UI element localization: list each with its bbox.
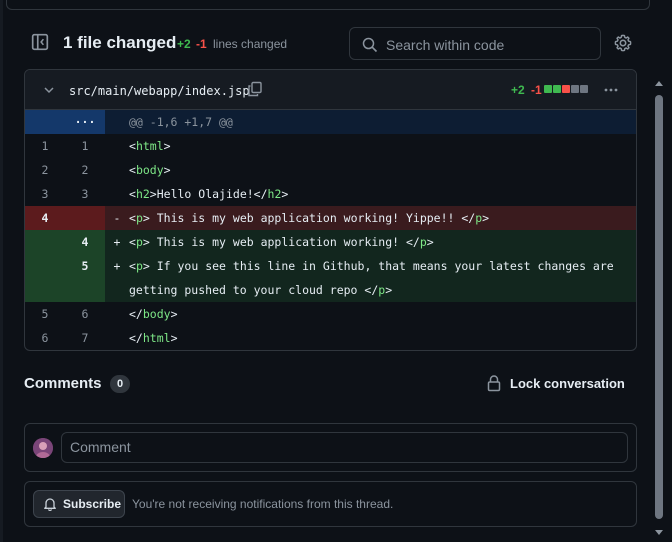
copy-icon[interactable] [247,81,263,97]
diff-sign: - [105,206,129,230]
diff-line: 5 + <p> If you see this line in Github, th… [25,254,636,302]
files-changed-title: 1 file changed [63,33,177,52]
comments-header: Comments 0 Lock conversation [24,372,637,396]
code-line: <p> If you see this line in Github, that… [129,254,636,302]
new-line-number[interactable]: 6 [65,302,105,326]
diff-line: 2 2 <body> [25,158,636,182]
file-path-link[interactable]: src/main/webapp/index.jsp [69,84,250,98]
diff-sign [105,302,129,326]
lines-changed-label: lines changed [213,37,288,51]
diff-line: 6 7 </html> [25,326,636,350]
code-line: <p> This is my web application working! … [129,230,636,254]
code-line: <h2>Hello Olajide!</h2> [129,187,289,201]
expand-hunk-button[interactable]: ··· [65,110,105,134]
scrollbar[interactable] [653,60,665,542]
old-line-number[interactable]: 3 [25,182,65,206]
scroll-up-arrow-icon[interactable] [655,80,663,88]
files-toolbar: 1 file changed +2 -1 lines changed Searc… [0,24,650,64]
diff-line: 1 1 <html> [25,134,636,158]
sidebar-toggle-icon[interactable] [31,33,49,51]
notifications-panel: Subscribe You're not receiving notificat… [24,481,637,527]
lines-deleted-count: -1 [196,37,207,51]
diffstat-square [544,85,552,93]
diff-sign: + [105,230,129,254]
lock-icon[interactable] [486,374,502,392]
new-line-number[interactable]: 2 [65,158,105,182]
diff-line: 3 3 <h2>Hello Olajide!</h2> [25,182,636,206]
old-line-number[interactable]: 6 [25,326,65,350]
comment-input[interactable]: Comment [61,432,628,463]
diff-sign [105,134,129,158]
old-line-number[interactable]: 2 [25,158,65,182]
diff-line: 4 - <p> This is my web application working… [25,206,636,230]
diffstat-bar [544,85,590,93]
file-additions: +2 [511,83,525,97]
notification-status-text: You're not receiving notifications from … [132,497,394,511]
diff-sign: + [105,254,129,302]
new-line-number[interactable] [65,206,105,230]
bell-icon [44,498,56,511]
new-line-number[interactable]: 4 [65,230,105,254]
scroll-down-arrow-icon[interactable] [655,528,663,536]
diff-rows: ··· @@ -1,6 +1,7 @@ 1 1 <html> 2 2 <body> 3 3 <h… [25,110,636,350]
new-line-number[interactable]: 3 [65,182,105,206]
comment-composer: Comment [24,423,637,472]
file-header: src/main/webapp/index.jsp +2 -1 [25,70,636,110]
old-line-number[interactable] [25,230,65,254]
code-line: </html> [129,331,178,345]
old-line-number[interactable]: 4 [25,206,65,230]
gear-icon[interactable] [614,34,632,52]
diffstat-square [580,85,588,93]
new-line-number[interactable]: 5 [65,254,105,302]
diff-sign [105,182,129,206]
subscribe-label: Subscribe [63,497,122,511]
subscribe-button[interactable]: Subscribe [33,490,125,518]
search-placeholder: Search within code [386,37,505,53]
code-line: </body> [129,307,178,321]
code-line: <body> [129,163,171,177]
hunk-header-row: ··· @@ -1,6 +1,7 @@ [25,110,636,134]
hunk-gutter [25,110,65,134]
diffstat-square [553,85,561,93]
hunk-header: @@ -1,6 +1,7 @@ [129,110,636,134]
comments-title: Comments [24,375,102,392]
old-line-number[interactable]: 1 [25,134,65,158]
new-line-number[interactable]: 1 [65,134,105,158]
file-diff: src/main/webapp/index.jsp +2 -1 ··· @@ -… [24,69,637,351]
search-icon [362,37,378,53]
old-line-number[interactable]: 5 [25,302,65,326]
diff-line: 5 6 </body> [25,302,636,326]
diff-sign [105,326,129,350]
lock-conversation-button[interactable]: Lock conversation [510,376,625,391]
kebab-menu-icon[interactable] [603,82,619,98]
lines-added-count: +2 [177,37,191,51]
avatar [33,438,53,458]
diffstat-square [562,85,570,93]
code-line: <html> [129,139,171,153]
code-line: <p> This is my web application working! … [129,206,636,230]
previous-panel-border [6,0,650,10]
search-within-code-input[interactable]: Search within code [349,27,601,60]
scrollbar-thumb[interactable] [655,95,663,519]
diff-line: 4 + <p> This is my web application working… [25,230,636,254]
new-line-number[interactable]: 7 [65,326,105,350]
window-edge [0,0,3,542]
comments-count-badge: 0 [110,375,130,393]
old-line-number[interactable] [25,254,65,302]
chevron-down-icon[interactable] [43,84,55,96]
diff-sign [105,158,129,182]
file-deletions: -1 [531,83,542,97]
diffstat-square [571,85,579,93]
